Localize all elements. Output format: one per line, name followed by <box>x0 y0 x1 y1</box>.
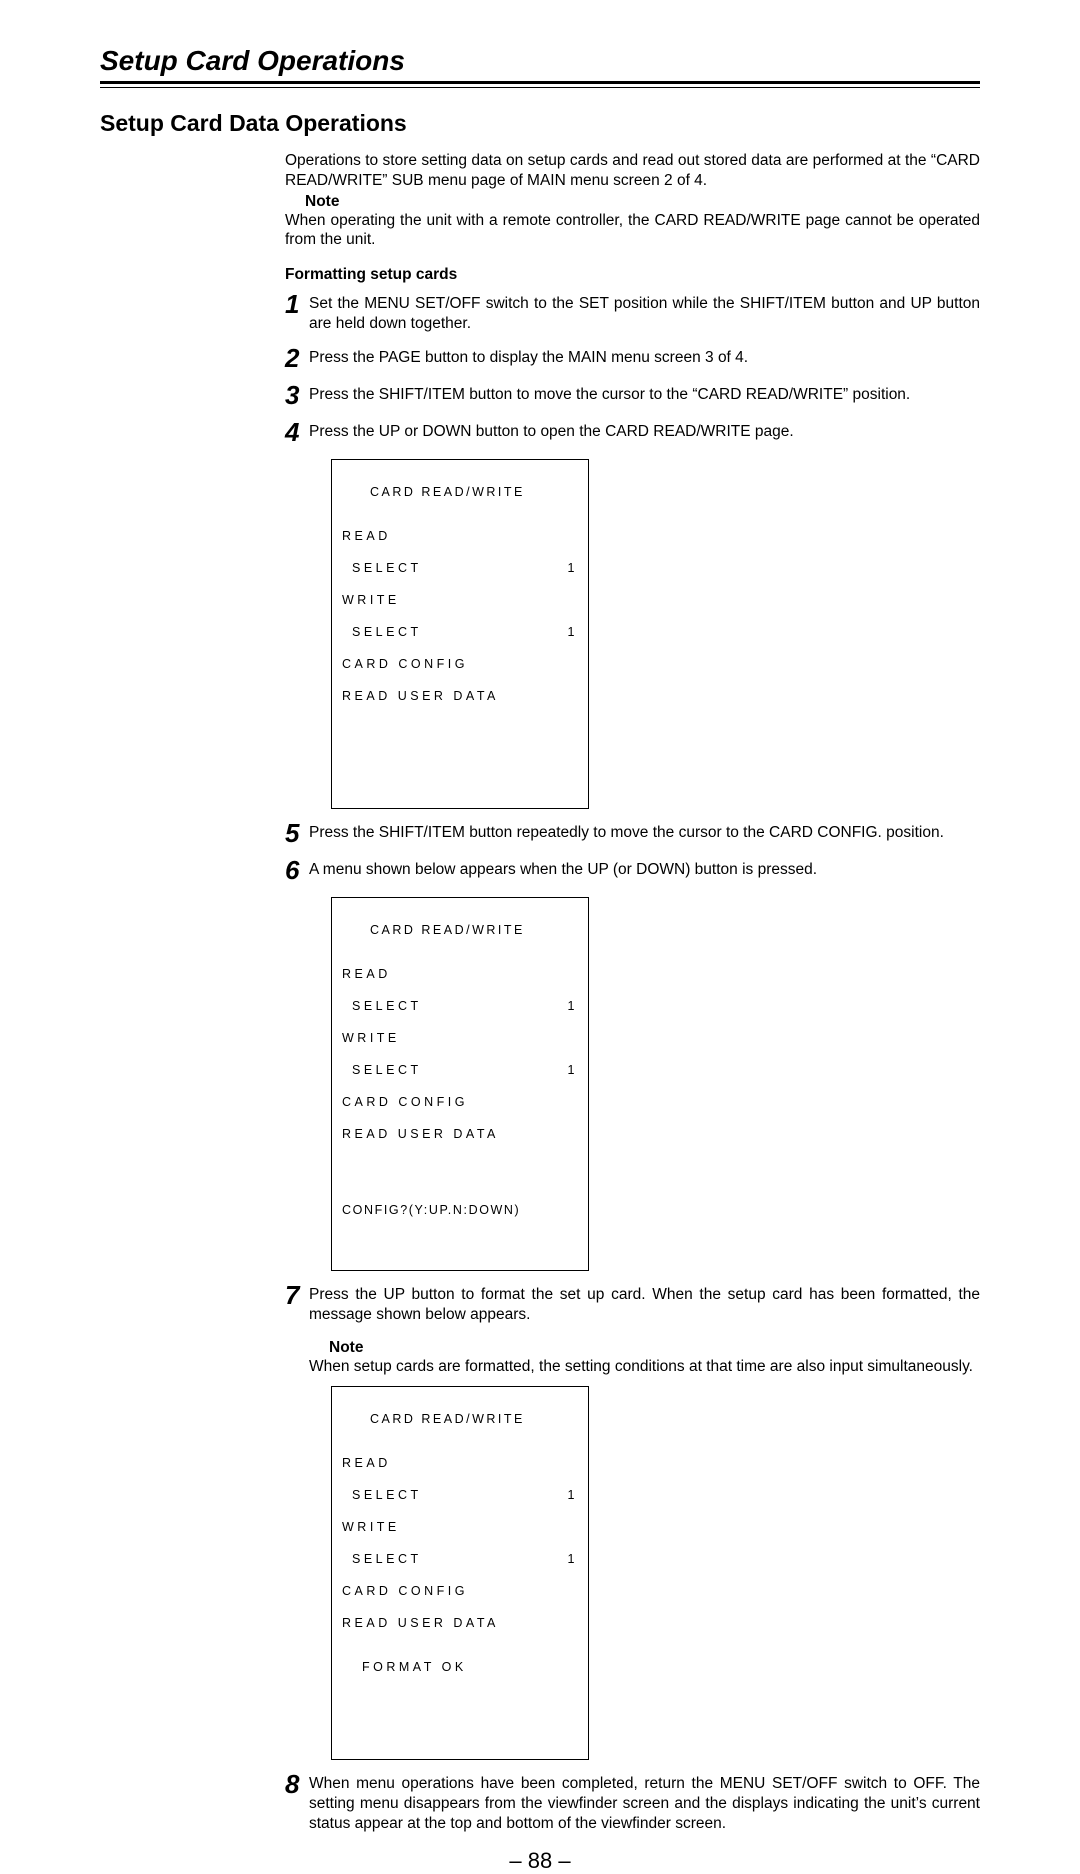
screen-line: WRITE <box>342 1030 578 1046</box>
screen-line: READ USER DATA <box>342 1126 578 1142</box>
screen-line: READ <box>342 966 578 982</box>
screen-prompt: CONFIG?(Y:UP.N:DOWN) <box>342 1202 578 1218</box>
screen-line: SELECT <box>352 1487 568 1503</box>
step-4: 4 Press the UP or DOWN button to open th… <box>285 422 980 445</box>
screen-line: CARD CONFIG <box>342 1583 578 1599</box>
step-text: Press the PAGE button to display the MAI… <box>309 348 980 368</box>
intro-paragraph: Operations to store setting data on setu… <box>285 151 980 191</box>
screen-value: 1 <box>568 1062 578 1078</box>
screen-line: READ <box>342 528 578 544</box>
screen-line: SELECT <box>352 1551 568 1567</box>
step-8: 8 When menu operations have been complet… <box>285 1774 980 1833</box>
screen-line: READ USER DATA <box>342 688 578 704</box>
screen-value: 1 <box>568 1551 578 1567</box>
menu-screen-2: CARD READ/WRITE READ SELECT1 WRITE SELEC… <box>331 897 589 1271</box>
screen-value: 1 <box>568 1487 578 1503</box>
step-text: A menu shown below appears when the UP (… <box>309 860 980 880</box>
screen-line: READ <box>342 1455 578 1471</box>
screen-title: CARD READ/WRITE <box>370 1411 578 1427</box>
screen-title: CARD READ/WRITE <box>370 922 578 938</box>
step-2: 2 Press the PAGE button to display the M… <box>285 348 980 371</box>
step-7-note: When setup cards are formatted, the sett… <box>309 1357 980 1377</box>
step-text: Press the SHIFT/ITEM button repeatedly t… <box>309 823 980 843</box>
screen-value: 1 <box>568 624 578 640</box>
step-number: 8 <box>285 1771 309 1797</box>
screen-status: FORMAT OK <box>362 1659 578 1675</box>
note-label: Note <box>329 1339 980 1357</box>
step-number: 7 <box>285 1282 309 1308</box>
step-number: 3 <box>285 382 309 408</box>
section-title: Setup Card Data Operations <box>100 110 980 137</box>
step-number: 2 <box>285 345 309 371</box>
step-5: 5 Press the SHIFT/ITEM button repeatedly… <box>285 823 980 846</box>
note-label: Note <box>305 193 980 211</box>
step-number: 6 <box>285 857 309 883</box>
screen-line: WRITE <box>342 1519 578 1535</box>
step-6: 6 A menu shown below appears when the UP… <box>285 860 980 883</box>
page: Setup Card Operations Setup Card Data Op… <box>0 0 1080 1397</box>
step-text: Press the UP or DOWN button to open the … <box>309 422 980 442</box>
step-text: Press the SHIFT/ITEM button to move the … <box>309 385 980 405</box>
step-number: 5 <box>285 820 309 846</box>
step-1: 1 Set the MENU SET/OFF switch to the SET… <box>285 294 980 334</box>
screen-value: 1 <box>568 560 578 576</box>
intro-note: When operating the unit with a remote co… <box>285 211 980 251</box>
step-number: 4 <box>285 419 309 445</box>
screen-line: WRITE <box>342 592 578 608</box>
step-7: 7 Press the UP button to format the set … <box>285 1285 980 1325</box>
step-number: 1 <box>285 291 309 317</box>
screen-line: SELECT <box>352 1062 568 1078</box>
screen-line: CARD CONFIG <box>342 1094 578 1110</box>
screen-line: SELECT <box>352 624 568 640</box>
screen-line: READ USER DATA <box>342 1615 578 1631</box>
step-3: 3 Press the SHIFT/ITEM button to move th… <box>285 385 980 408</box>
menu-screen-3: CARD READ/WRITE READ SELECT1 WRITE SELEC… <box>331 1386 589 1760</box>
step-text: Press the UP button to format the set up… <box>309 1285 980 1325</box>
screen-line: CARD CONFIG <box>342 656 578 672</box>
page-number: – 88 – <box>100 1848 980 1874</box>
menu-screen-1: CARD READ/WRITE READ SELECT1 WRITE SELEC… <box>331 459 589 809</box>
title-rule <box>100 81 980 88</box>
screen-line: SELECT <box>352 998 568 1014</box>
screen-value: 1 <box>568 998 578 1014</box>
step-text: Set the MENU SET/OFF switch to the SET p… <box>309 294 980 334</box>
body: Operations to store setting data on setu… <box>285 151 980 1834</box>
screen-title: CARD READ/WRITE <box>370 484 578 500</box>
step-text: When menu operations have been completed… <box>309 1774 980 1833</box>
chapter-title: Setup Card Operations <box>100 45 980 77</box>
screen-line: SELECT <box>352 560 568 576</box>
sub-heading: Formatting setup cards <box>285 266 980 284</box>
